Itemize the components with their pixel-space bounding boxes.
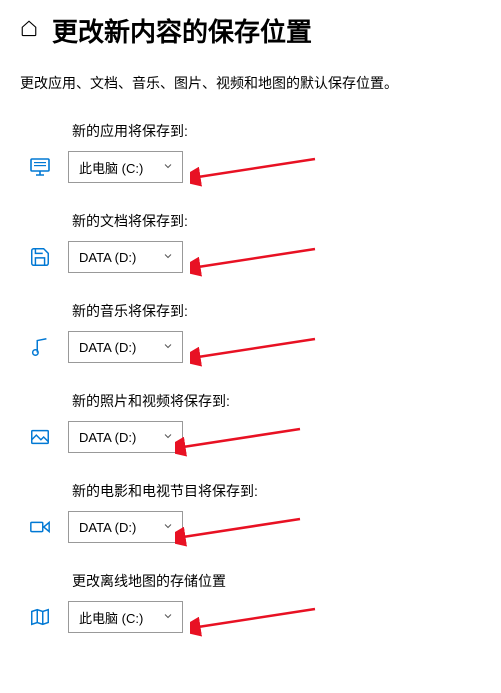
setting-music: 新的音乐将保存到: DATA (D:)	[20, 301, 481, 363]
dropdown-value: 此电脑 (C:)	[79, 608, 143, 627]
setting-row: DATA (D:)	[20, 241, 481, 273]
page-title: 更改新内容的保存位置	[52, 12, 312, 49]
page-header: 更改新内容的保存位置	[20, 12, 481, 49]
annotation-arrow	[190, 157, 320, 187]
dropdown-value: DATA (D:)	[79, 430, 136, 445]
image-icon	[28, 425, 52, 449]
dropdown-value: DATA (D:)	[79, 340, 136, 355]
map-icon	[28, 605, 52, 629]
setting-documents: 新的文档将保存到: DATA (D:)	[20, 211, 481, 273]
music-location-dropdown[interactable]: DATA (D:)	[68, 331, 183, 363]
chevron-down-icon	[162, 340, 174, 355]
save-icon	[28, 245, 52, 269]
setting-label: 新的照片和视频将保存到:	[20, 391, 481, 411]
chevron-down-icon	[162, 610, 174, 625]
setting-maps: 更改离线地图的存储位置 此电脑 (C:)	[20, 571, 481, 633]
dropdown-value: DATA (D:)	[79, 250, 136, 265]
setting-row: DATA (D:)	[20, 511, 481, 543]
setting-apps: 新的应用将保存到: 此电脑 (C:)	[20, 121, 481, 183]
documents-location-dropdown[interactable]: DATA (D:)	[68, 241, 183, 273]
setting-movies: 新的电影和电视节目将保存到: DATA (D:)	[20, 481, 481, 543]
monitor-icon	[28, 155, 52, 179]
annotation-arrow	[175, 517, 305, 547]
setting-label: 新的电影和电视节目将保存到:	[20, 481, 481, 501]
setting-row: 此电脑 (C:)	[20, 151, 481, 183]
movies-location-dropdown[interactable]: DATA (D:)	[68, 511, 183, 543]
music-icon	[28, 335, 52, 359]
dropdown-value: DATA (D:)	[79, 520, 136, 535]
apps-location-dropdown[interactable]: 此电脑 (C:)	[68, 151, 183, 183]
setting-photos: 新的照片和视频将保存到: DATA (D:)	[20, 391, 481, 453]
annotation-arrow	[190, 247, 320, 277]
setting-label: 新的文档将保存到:	[20, 211, 481, 231]
setting-row: DATA (D:)	[20, 331, 481, 363]
photos-location-dropdown[interactable]: DATA (D:)	[68, 421, 183, 453]
setting-row: 此电脑 (C:)	[20, 601, 481, 633]
annotation-arrow	[175, 427, 305, 457]
annotation-arrow	[190, 337, 320, 367]
setting-label: 新的音乐将保存到:	[20, 301, 481, 321]
setting-label: 更改离线地图的存储位置	[20, 571, 481, 591]
maps-location-dropdown[interactable]: 此电脑 (C:)	[68, 601, 183, 633]
setting-row: DATA (D:)	[20, 421, 481, 453]
page-description: 更改应用、文档、音乐、图片、视频和地图的默认保存位置。	[20, 73, 481, 93]
home-icon[interactable]	[20, 19, 38, 42]
annotation-arrow	[190, 607, 320, 637]
chevron-down-icon	[162, 520, 174, 535]
chevron-down-icon	[162, 250, 174, 265]
chevron-down-icon	[162, 430, 174, 445]
dropdown-value: 此电脑 (C:)	[79, 158, 143, 177]
setting-label: 新的应用将保存到:	[20, 121, 481, 141]
video-icon	[28, 515, 52, 539]
chevron-down-icon	[162, 160, 174, 175]
